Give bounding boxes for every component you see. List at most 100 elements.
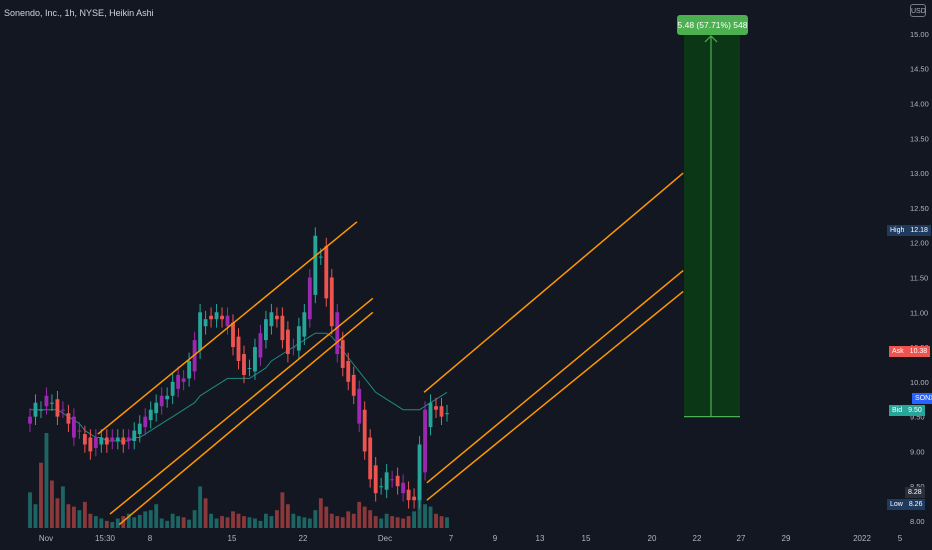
volume-bar — [132, 517, 137, 528]
volume-bar — [335, 516, 340, 528]
volume-bar — [148, 510, 153, 528]
volume-bar — [351, 513, 356, 528]
volume-bar — [93, 516, 98, 528]
volume-bar — [274, 510, 279, 528]
volume-bar — [247, 517, 252, 528]
volume-bar — [329, 513, 334, 528]
channel-line — [426, 269, 684, 484]
candle-body — [220, 315, 224, 320]
volume-bar — [225, 517, 230, 528]
channel-line — [423, 172, 684, 393]
candle-body — [126, 437, 131, 442]
candle-body — [417, 444, 422, 501]
candle-body — [247, 367, 252, 369]
volume-bar — [71, 506, 76, 528]
volume-bar — [340, 517, 345, 528]
volume-bar — [434, 513, 438, 528]
time-tick-label: 9 — [493, 534, 498, 543]
candle-body — [71, 416, 76, 438]
volume-bar — [214, 518, 219, 528]
price-tick-label: 8.00 — [910, 517, 925, 526]
candle-body — [340, 340, 345, 368]
price-tick-label: 14.50 — [910, 65, 929, 74]
candle-body — [384, 472, 389, 490]
volume-bar — [209, 513, 213, 528]
volume-bar — [104, 520, 109, 528]
volume-bar — [401, 518, 406, 528]
candle-body — [176, 374, 181, 389]
volume-bar — [346, 511, 351, 528]
last-price-label: 8.28 — [905, 487, 925, 498]
candle-body — [318, 256, 323, 258]
volume-bar — [110, 522, 115, 528]
time-tick-label: 15 — [582, 534, 591, 543]
volume-bar — [395, 517, 400, 528]
volume-bar — [368, 510, 373, 528]
candle-body — [132, 430, 137, 442]
volume-bar — [61, 486, 65, 528]
candle-body — [159, 395, 164, 407]
candle-body — [351, 374, 356, 396]
price-tick-label: 13.00 — [910, 169, 929, 178]
volume-bar — [373, 516, 378, 528]
price-tick-label: 14.00 — [910, 100, 929, 109]
candle-body — [412, 496, 416, 501]
low-price-label: Low 8.26 — [887, 499, 926, 510]
candle-body — [66, 413, 71, 424]
time-tick-label: Nov — [39, 534, 53, 543]
candle-body — [329, 277, 334, 327]
candle-body — [434, 406, 438, 410]
candle-body — [373, 465, 378, 494]
candle-body — [285, 329, 290, 355]
volume-bar — [242, 516, 246, 528]
candle-body — [346, 360, 351, 382]
volume-bar — [28, 492, 32, 528]
volume-bar — [439, 516, 444, 528]
volume-bar — [39, 462, 43, 528]
volume-bar — [236, 513, 241, 528]
volume-bar — [291, 513, 296, 528]
volume-bar — [445, 517, 449, 528]
time-tick-label: 20 — [648, 534, 657, 543]
ask-price-label: Ask 10.38 — [889, 346, 931, 357]
candle-body — [115, 437, 120, 442]
volume-bar — [192, 510, 197, 528]
time-tick-label: 22 — [299, 534, 308, 543]
volume-bar — [159, 518, 164, 528]
time-tick-label: 2022 — [853, 534, 871, 543]
volume-bar — [406, 516, 411, 528]
time-tick-label: 13 — [536, 534, 545, 543]
time-tick-label: 7 — [449, 534, 454, 543]
candle-body — [203, 319, 208, 327]
time-tick-label: 8 — [148, 534, 153, 543]
volume-bar — [170, 513, 175, 528]
price-tick-label: 10.00 — [910, 378, 929, 387]
volume-bar — [280, 492, 285, 528]
candle-body — [110, 437, 115, 442]
candle-body — [39, 409, 43, 411]
currency-badge[interactable]: USD — [910, 4, 926, 17]
volume-bar — [269, 516, 274, 528]
candle-body — [236, 336, 241, 361]
volume-bar — [55, 498, 60, 528]
volume-bar — [50, 480, 54, 528]
candle-body — [170, 381, 175, 396]
volume-bar — [428, 506, 433, 528]
candle-body — [274, 315, 279, 320]
candle-body — [143, 416, 148, 428]
candle-body — [77, 430, 82, 432]
candle-body — [324, 246, 329, 299]
candle-body — [280, 315, 285, 341]
candle-body — [104, 437, 109, 445]
candle-body — [33, 402, 38, 417]
volume-bar — [296, 516, 301, 528]
candle-body — [28, 416, 32, 424]
chart-title: Sonendo, Inc., 1h, NYSE, Heikin Ashi — [4, 8, 154, 18]
candle-body — [55, 399, 60, 417]
volume-bar — [357, 501, 362, 528]
price-tick-label: 13.50 — [910, 134, 929, 143]
candle-body — [225, 315, 230, 327]
volume-bar — [77, 510, 82, 528]
volume-bar — [285, 504, 290, 528]
chart-canvas[interactable]: 15.00 14.50 14.00 13.50 13.00 12.50 12.00 11.50… — [0, 0, 932, 550]
